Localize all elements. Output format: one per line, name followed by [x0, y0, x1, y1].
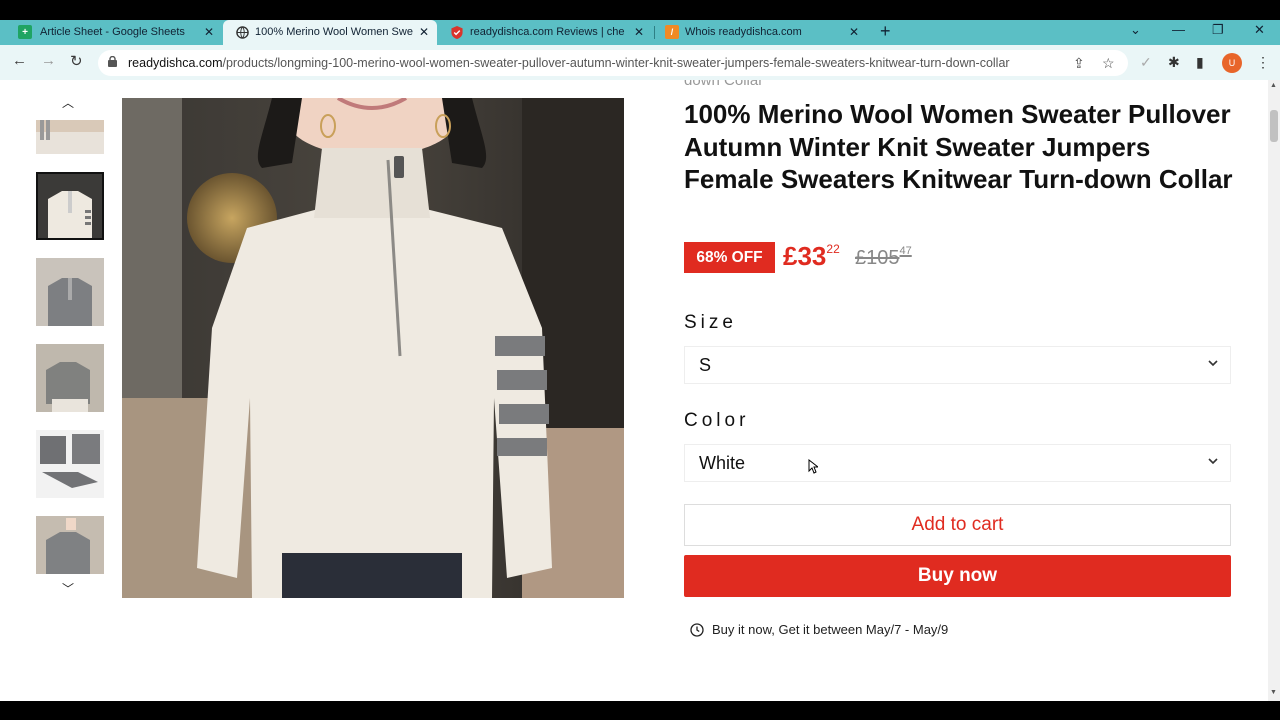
share-icon[interactable]: ⇪ [1073, 55, 1085, 72]
window-top-border [0, 0, 1280, 20]
tab-strip: + Article Sheet - Google Sheets ✕ 100% M… [0, 20, 1280, 45]
globe-icon [235, 25, 249, 39]
tab-search-chevron-icon[interactable]: ⌄ [1130, 22, 1141, 38]
sale-price: £3322 [783, 241, 840, 272]
size-value: S [699, 355, 712, 375]
thumbnail-5[interactable] [36, 430, 104, 498]
tab-google-sheets[interactable]: + Article Sheet - Google Sheets ✕ [0, 20, 222, 45]
checkmark-extension-icon[interactable]: ✓ [1140, 54, 1152, 71]
discount-badge: 68% OFF [684, 242, 775, 273]
close-window-icon[interactable]: ✕ [1254, 22, 1265, 38]
scroll-up-arrow-icon[interactable]: ▲ [1270, 82, 1277, 89]
back-arrow-icon[interactable]: ← [12, 52, 27, 69]
size-select[interactable]: S [684, 346, 1231, 384]
thumbnail-3[interactable] [36, 258, 104, 326]
new-tab-icon[interactable]: + [880, 21, 891, 42]
menu-kebab-icon[interactable]: ⋮ [1256, 54, 1270, 71]
close-icon[interactable]: ✕ [634, 25, 644, 39]
original-price: £10547 [855, 245, 912, 270]
chevron-up-icon[interactable]: ︿ [62, 94, 74, 111]
browser-toolbar: ← → ↻ readydishca.com/products/longming-… [0, 45, 1280, 80]
product-page: ︿ ﹀ down Collar 100% Merino Wool Women S… [0, 80, 1268, 701]
thumbnail-4[interactable] [36, 344, 104, 412]
delivery-estimate: Buy it now, Get it between May/7 - May/9 [690, 622, 948, 637]
tab-title: readydishca.com Reviews | check [470, 26, 625, 38]
product-title: 100% Merino Wool Women Sweater Pullover … [684, 99, 1233, 194]
shield-icon [450, 25, 464, 39]
delivery-text: Buy it now, Get it between May/7 - May/9 [712, 622, 949, 637]
color-value: White [699, 453, 746, 473]
color-label: Color [684, 410, 750, 431]
tab-reviews[interactable]: readydishca.com Reviews | check ✕ [438, 20, 652, 45]
thumbnail-2-selected[interactable] [36, 172, 104, 240]
thumbnail-6[interactable] [36, 516, 104, 574]
page-scrollbar[interactable]: ▲ ▼ [1268, 80, 1280, 701]
chevron-down-icon[interactable]: ﹀ [62, 580, 74, 597]
tab-title: Whois readydishca.com [685, 26, 802, 38]
reload-icon[interactable]: ↻ [70, 52, 83, 70]
profile-avatar[interactable]: U [1222, 53, 1242, 73]
buy-now-button[interactable]: Buy now [684, 555, 1231, 597]
chevron-down-icon [1208, 458, 1218, 465]
tab-product-page[interactable]: 100% Merino Wool Women Swe ✕ [223, 20, 437, 45]
close-icon[interactable]: ✕ [849, 25, 859, 39]
bookmark-star-icon[interactable]: ☆ [1102, 55, 1115, 72]
original-price-cents: 47 [899, 245, 912, 257]
sheets-icon: + [18, 25, 32, 39]
close-icon[interactable]: ✕ [204, 25, 214, 39]
minimize-icon[interactable]: — [1172, 22, 1185, 37]
forward-arrow-icon[interactable]: → [41, 52, 56, 69]
puzzle-extensions-icon[interactable]: ✱ [1168, 54, 1180, 71]
color-select[interactable]: White [684, 444, 1231, 482]
close-icon[interactable]: ✕ [419, 25, 429, 39]
clock-icon [690, 622, 704, 637]
mouse-cursor-icon [808, 459, 818, 474]
window-bottom-border [0, 701, 1280, 720]
scroll-down-arrow-icon[interactable]: ▼ [1270, 689, 1277, 696]
product-title-overflow: down Collar [684, 80, 764, 89]
tab-title: Article Sheet - Google Sheets [40, 26, 185, 38]
chevron-down-icon [1208, 360, 1218, 367]
maximize-icon[interactable]: ❐ [1212, 22, 1224, 38]
side-panel-icon[interactable]: ▮ [1196, 54, 1204, 71]
sale-price-main: £33 [783, 241, 827, 271]
lock-icon [108, 56, 117, 67]
url-domain: readydishca.com [128, 56, 223, 70]
whois-icon: / [665, 25, 679, 39]
add-to-cart-button[interactable]: Add to cart [684, 504, 1231, 546]
tab-title: 100% Merino Wool Women Swe [255, 26, 413, 38]
url-text: readydishca.com/products/longming-100-me… [128, 56, 1010, 70]
size-label: Size [684, 312, 737, 333]
url-path: /products/longming-100-merino-wool-women… [222, 56, 1010, 70]
address-bar[interactable]: readydishca.com/products/longming-100-me… [98, 50, 1128, 76]
scrollbar-thumb[interactable] [1270, 110, 1278, 142]
thumbnail-1[interactable] [36, 120, 104, 154]
tab-whois[interactable]: / Whois readydishca.com ✕ [655, 20, 869, 45]
original-price-main: £105 [855, 247, 900, 269]
main-product-image[interactable] [122, 98, 624, 598]
sale-price-cents: 22 [826, 242, 840, 256]
